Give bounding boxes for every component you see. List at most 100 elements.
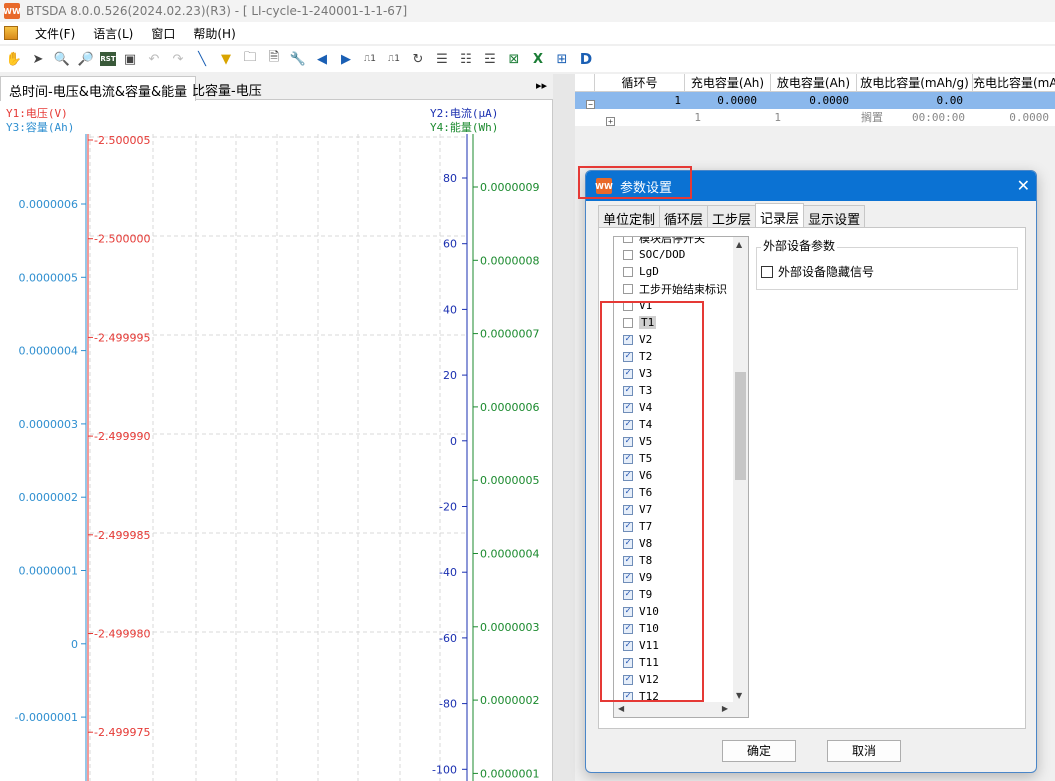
chart-plot[interactable]: -2.500005 -2.500000 -2.499995 -2.499990 -2.4…	[0, 74, 553, 781]
chart-tabs: 总时间-电压&电流&容量&能量 比容量-电压 ▸▸	[0, 74, 553, 101]
tick-label: 0.0000004	[19, 345, 79, 358]
grid-header-discharge-specific[interactable]: 放电比容量(mAh/g)	[857, 74, 973, 92]
cancel-button[interactable]: 取消	[827, 740, 901, 762]
checkbox[interactable]	[623, 266, 633, 277]
hide-signal-checkbox-row[interactable]: 外部设备隐藏信号	[761, 263, 874, 280]
tick-label: 0.0000005	[480, 474, 540, 487]
menu-help[interactable]: 帮助(H)	[184, 25, 244, 42]
menu-language[interactable]: 语言(L)	[84, 25, 142, 42]
step1-icon[interactable]: ⎍1	[360, 49, 380, 69]
list-item[interactable]: LgD	[614, 263, 734, 280]
refresh-icon[interactable]: ↻	[408, 49, 428, 69]
checkbox[interactable]	[623, 249, 633, 260]
tick-label: 0.0000007	[480, 328, 540, 341]
window-title: BTSDA 8.0.0.526(2024.02.23)(R3) - [ LI-c…	[26, 4, 408, 18]
grid-header-charge-specific[interactable]: 充电比容量(mA	[973, 74, 1055, 92]
tick-label: -2.500005	[94, 134, 150, 147]
export-image-icon[interactable]: ▣	[120, 49, 140, 69]
expand-icon[interactable]: +	[606, 117, 615, 126]
list-vertical-scrollbar[interactable]: ▲ ▼	[733, 237, 748, 703]
table-icon-2[interactable]: ☷	[456, 49, 476, 69]
undo-icon[interactable]: ↶	[144, 49, 164, 69]
list-item[interactable]: SOC/DOD	[614, 246, 734, 263]
tab-specific-capacity-voltage[interactable]: 比容量-电压	[184, 76, 270, 100]
rst-icon[interactable]: RST	[100, 52, 116, 66]
cell-discharge-specific: 0.00	[936, 94, 964, 107]
next-icon[interactable]: ▶	[336, 49, 356, 69]
tabs-more-icon[interactable]: ▸▸	[536, 79, 547, 92]
grid-header-discharge-capacity[interactable]: 放电容量(Ah)	[771, 74, 857, 92]
grid-header-charge-capacity[interactable]: 充电容量(Ah)	[685, 74, 771, 92]
tab-unit-custom[interactable]: 单位定制	[598, 205, 661, 228]
cell-sub-value: 0.0000	[1009, 111, 1049, 124]
scroll-up-icon[interactable]: ▲	[736, 240, 742, 249]
list-item-label: 模块启停开关	[639, 236, 705, 245]
tick-label: 20	[443, 369, 457, 382]
title-bar: WW BTSDA 8.0.0.526(2024.02.23)(R3) - [ L…	[0, 0, 1055, 22]
list-item[interactable]: 工步开始结束标识	[614, 280, 734, 297]
app-logo-icon: WW	[3, 3, 21, 19]
cell-cycle: 1	[674, 94, 681, 107]
menu-window[interactable]: 窗口	[142, 25, 184, 42]
tick-label: 0.0000004	[480, 548, 540, 561]
zoom-in-icon[interactable]: 🔍	[52, 49, 72, 69]
annotation-box-channel-list	[600, 301, 704, 702]
hide-signal-checkbox[interactable]	[761, 265, 773, 278]
open-folder-icon[interactable]: 🗀	[240, 49, 260, 69]
tab-time-voltage-current[interactable]: 总时间-电压&电流&容量&能量	[0, 76, 197, 101]
cell-sub-step: 1	[774, 111, 781, 124]
list-item[interactable]: 模块启停开关	[614, 236, 734, 246]
panel-splitter[interactable]	[553, 74, 575, 781]
tab-step-layer[interactable]: 工步层	[707, 205, 757, 228]
list-horizontal-scrollbar[interactable]: ◀ ▶	[614, 702, 748, 717]
tick-label: -100	[432, 763, 457, 776]
collapse-icon[interactable]: −	[586, 100, 595, 109]
ok-button[interactable]: 确定	[722, 740, 796, 762]
filter-icon[interactable]: ▼	[216, 49, 236, 69]
annotation-box-dialog-title	[578, 166, 692, 199]
table-row[interactable]: − 1 0.0000 0.0000 0.00	[575, 92, 1055, 109]
scroll-down-icon[interactable]: ▼	[736, 691, 742, 700]
close-icon[interactable]: ✕	[1017, 176, 1030, 195]
tick-label: -2.499995	[94, 331, 150, 344]
scroll-left-icon[interactable]: ◀	[618, 704, 624, 713]
cursor-line-icon[interactable]: ╲	[192, 49, 212, 69]
tab-display-settings[interactable]: 显示设置	[803, 205, 866, 228]
save-icon[interactable]: 🗎	[264, 49, 284, 69]
d-icon[interactable]: D	[576, 49, 596, 69]
excel-icon[interactable]: X	[528, 49, 548, 69]
cell-discharge-capacity: 0.0000	[809, 94, 849, 107]
table-icon-1[interactable]: ☰	[432, 49, 452, 69]
tick-label: 0.0000001	[19, 565, 79, 578]
pointer-icon[interactable]: ➤	[28, 49, 48, 69]
tick-label: 0.0000006	[19, 198, 79, 211]
hand-icon[interactable]: ✋	[4, 49, 24, 69]
menu-file[interactable]: 文件(F)	[26, 25, 84, 42]
step2-icon[interactable]: ⎍1	[384, 49, 404, 69]
data-grid-icon[interactable]: ⊞	[552, 49, 572, 69]
redo-icon[interactable]: ↷	[168, 49, 188, 69]
tick-label: -80	[439, 698, 457, 711]
excel-export-icon[interactable]: ⊠	[504, 49, 524, 69]
table-row[interactable]: + 1 1 搁置 00:00:00 0.0000	[575, 109, 1055, 126]
document-icon[interactable]	[4, 26, 18, 40]
tick-label: 0.0000006	[480, 401, 540, 414]
cell-charge-capacity: 0.0000	[717, 94, 757, 107]
tab-record-layer[interactable]: 记录层	[755, 203, 805, 227]
tick-label: 0.0000002	[480, 694, 540, 707]
dialog-tabs: 单位定制 循环层 工步层 记录层 显示设置	[598, 203, 866, 228]
tick-label: -2.499980	[94, 628, 150, 641]
table-icon-3[interactable]: ☲	[480, 49, 500, 69]
prev-icon[interactable]: ◀	[312, 49, 332, 69]
cell-sub-state: 搁置	[861, 111, 883, 124]
tab-cycle-layer[interactable]: 循环层	[659, 205, 709, 228]
grid-header-spacer	[575, 74, 595, 92]
checkbox[interactable]	[623, 237, 633, 243]
grid-header-cycle[interactable]: 循环号	[595, 74, 685, 92]
scroll-thumb[interactable]	[735, 372, 746, 480]
checkbox[interactable]	[623, 283, 633, 294]
zoom-out-icon[interactable]: 🔎	[76, 49, 96, 69]
settings-wrench-icon[interactable]: 🔧	[288, 49, 308, 69]
app-window: WW BTSDA 8.0.0.526(2024.02.23)(R3) - [ L…	[0, 0, 1055, 781]
scroll-right-icon[interactable]: ▶	[722, 704, 728, 713]
